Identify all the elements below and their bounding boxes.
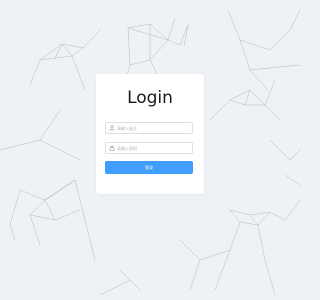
password-input[interactable]	[117, 143, 191, 153]
login-button[interactable]: 登录	[105, 161, 193, 174]
password-field[interactable]	[105, 142, 193, 154]
user-icon	[109, 125, 115, 131]
lock-icon	[109, 145, 115, 151]
username-input[interactable]	[117, 123, 191, 133]
username-field[interactable]	[105, 122, 193, 134]
page-title: Login	[127, 88, 173, 108]
